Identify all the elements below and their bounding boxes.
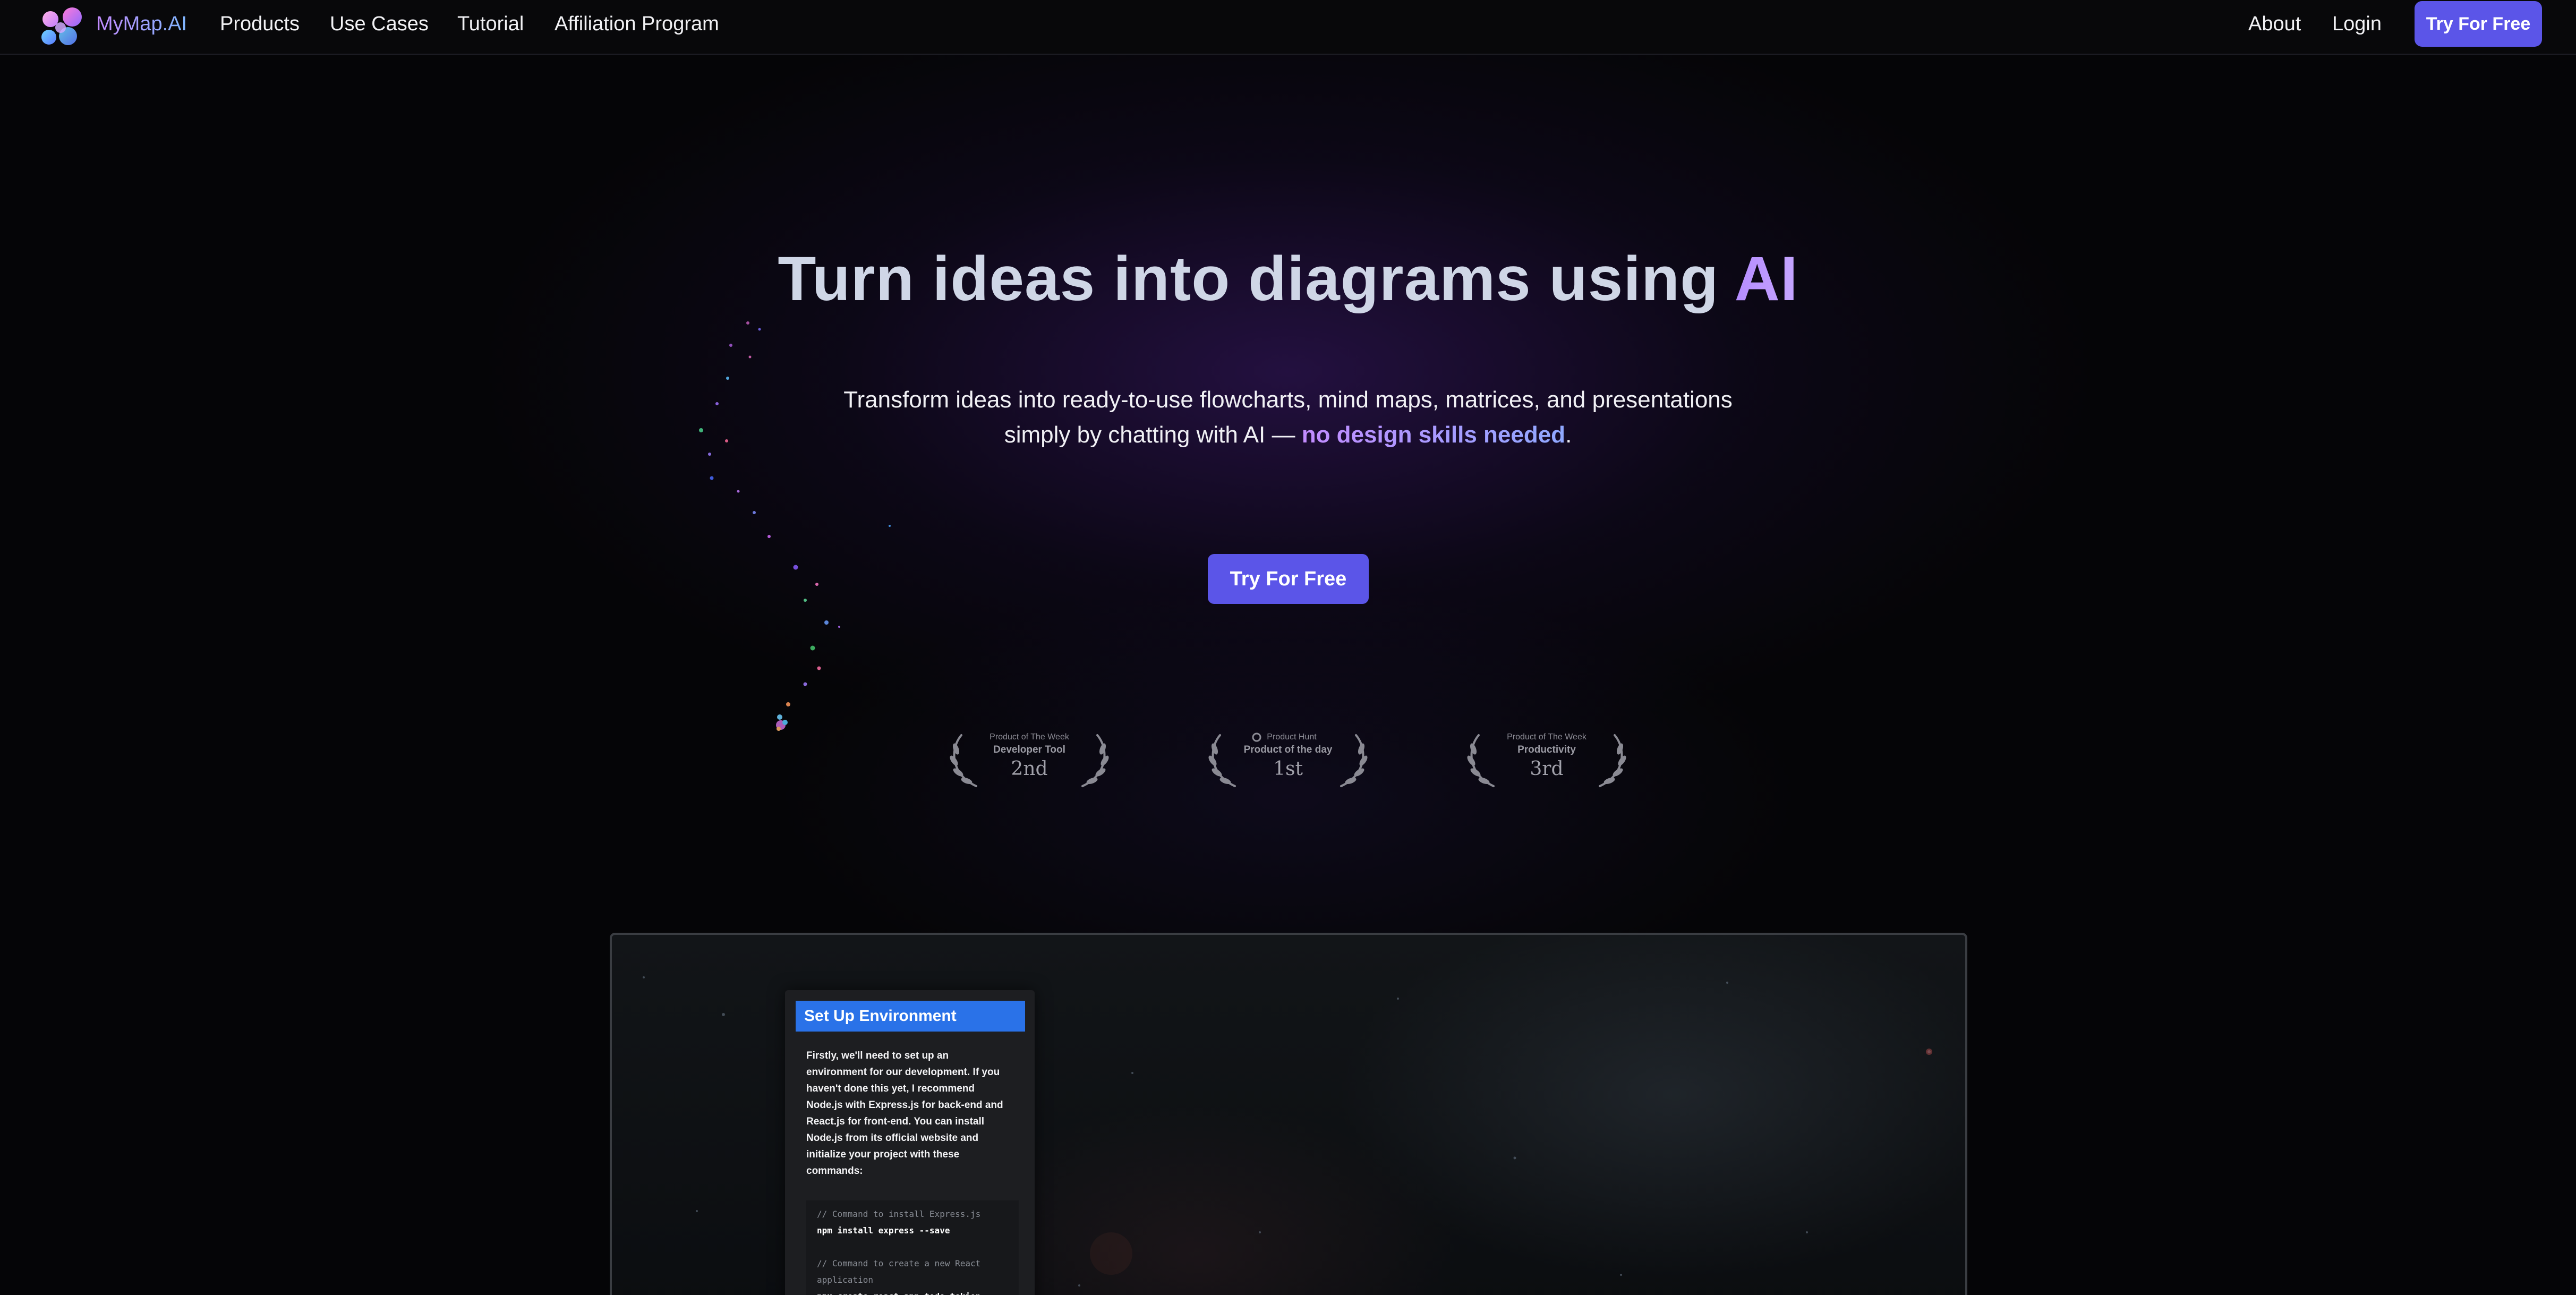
top-navbar: MyMap.AI Products Use Cases Tutorial Aff… (0, 0, 2576, 55)
award-badge-productivity[interactable]: Product of The Week Productivity 3rd (1462, 728, 1632, 791)
hero-title-main: Turn ideas into diagrams using (778, 244, 1735, 314)
page: MyMap.AI Products Use Cases Tutorial Aff… (0, 0, 2576, 1295)
award-rank: 1st (1273, 758, 1303, 780)
hero-subtitle-highlight: no design skills needed (1301, 422, 1566, 448)
award-rank: 2nd (1011, 758, 1048, 780)
award-kicker: Product of The Week (1507, 732, 1586, 742)
diagram-node-card[interactable]: Set Up Environment Firstly, we'll need t… (785, 990, 1035, 1295)
hero-subtitle-line1: Transform ideas into ready-to-use flowch… (843, 387, 1733, 413)
code-comment: // Command to create a new React (817, 1258, 981, 1268)
nav-link-tutorial[interactable]: Tutorial (457, 12, 524, 36)
hero-subtitle: Transform ideas into ready-to-use flowch… (797, 382, 1779, 453)
award-category: Productivity (1517, 744, 1576, 755)
code-block: // Command to install Express.js npm ins… (806, 1200, 1019, 1295)
nav-link-about[interactable]: About (2248, 12, 2301, 36)
nav-link-login[interactable]: Login (2332, 12, 2382, 36)
hero-title-accent: AI (1734, 244, 1798, 314)
award-badge-developer-tool[interactable]: Product of The Week Developer Tool 2nd (944, 728, 1114, 791)
mymap-logo-icon[interactable] (38, 5, 86, 49)
hero-subtitle-suffix: . (1565, 422, 1572, 448)
nav-try-for-free-button[interactable]: Try For Free (2415, 1, 2542, 47)
award-badge-product-of-the-day[interactable]: Product Hunt Product of the day 1st (1203, 728, 1373, 791)
node-title: Set Up Environment (796, 1001, 1025, 1032)
award-category: Developer Tool (993, 744, 1065, 755)
brand-name[interactable]: MyMap.AI (96, 12, 187, 36)
award-category: Product of the day (1243, 744, 1333, 755)
diagram-preview-panel[interactable]: Set Up Environment Firstly, we'll need t… (610, 933, 1967, 1295)
node-body-text: Firstly, we'll need to set up an environ… (806, 1050, 1003, 1177)
hero-subtitle-line2-prefix: simply by chatting with AI — (1004, 422, 1302, 448)
award-kicker: Product of The Week (990, 732, 1069, 742)
award-rank: 3rd (1530, 758, 1564, 780)
hero-title: Turn ideas into diagrams using AI (0, 242, 2576, 316)
hero-subtitle-line2: simply by chatting with AI — no design s… (797, 418, 1779, 453)
award-kicker: Product Hunt (1267, 732, 1317, 742)
nav-link-use-cases[interactable]: Use Cases (330, 12, 429, 36)
code-comment: // Command to install Express.js (817, 1209, 981, 1219)
nav-link-products[interactable]: Products (220, 12, 300, 36)
particle-trail-decoration (699, 321, 891, 731)
code-command: npm install express --save (817, 1225, 950, 1236)
nav-link-affiliation-program[interactable]: Affiliation Program (555, 12, 719, 36)
code-command: npx create-react-app todo-tekion (817, 1288, 1008, 1295)
code-comment: application (817, 1275, 873, 1285)
hero-try-for-free-button[interactable]: Try For Free (1208, 554, 1369, 604)
